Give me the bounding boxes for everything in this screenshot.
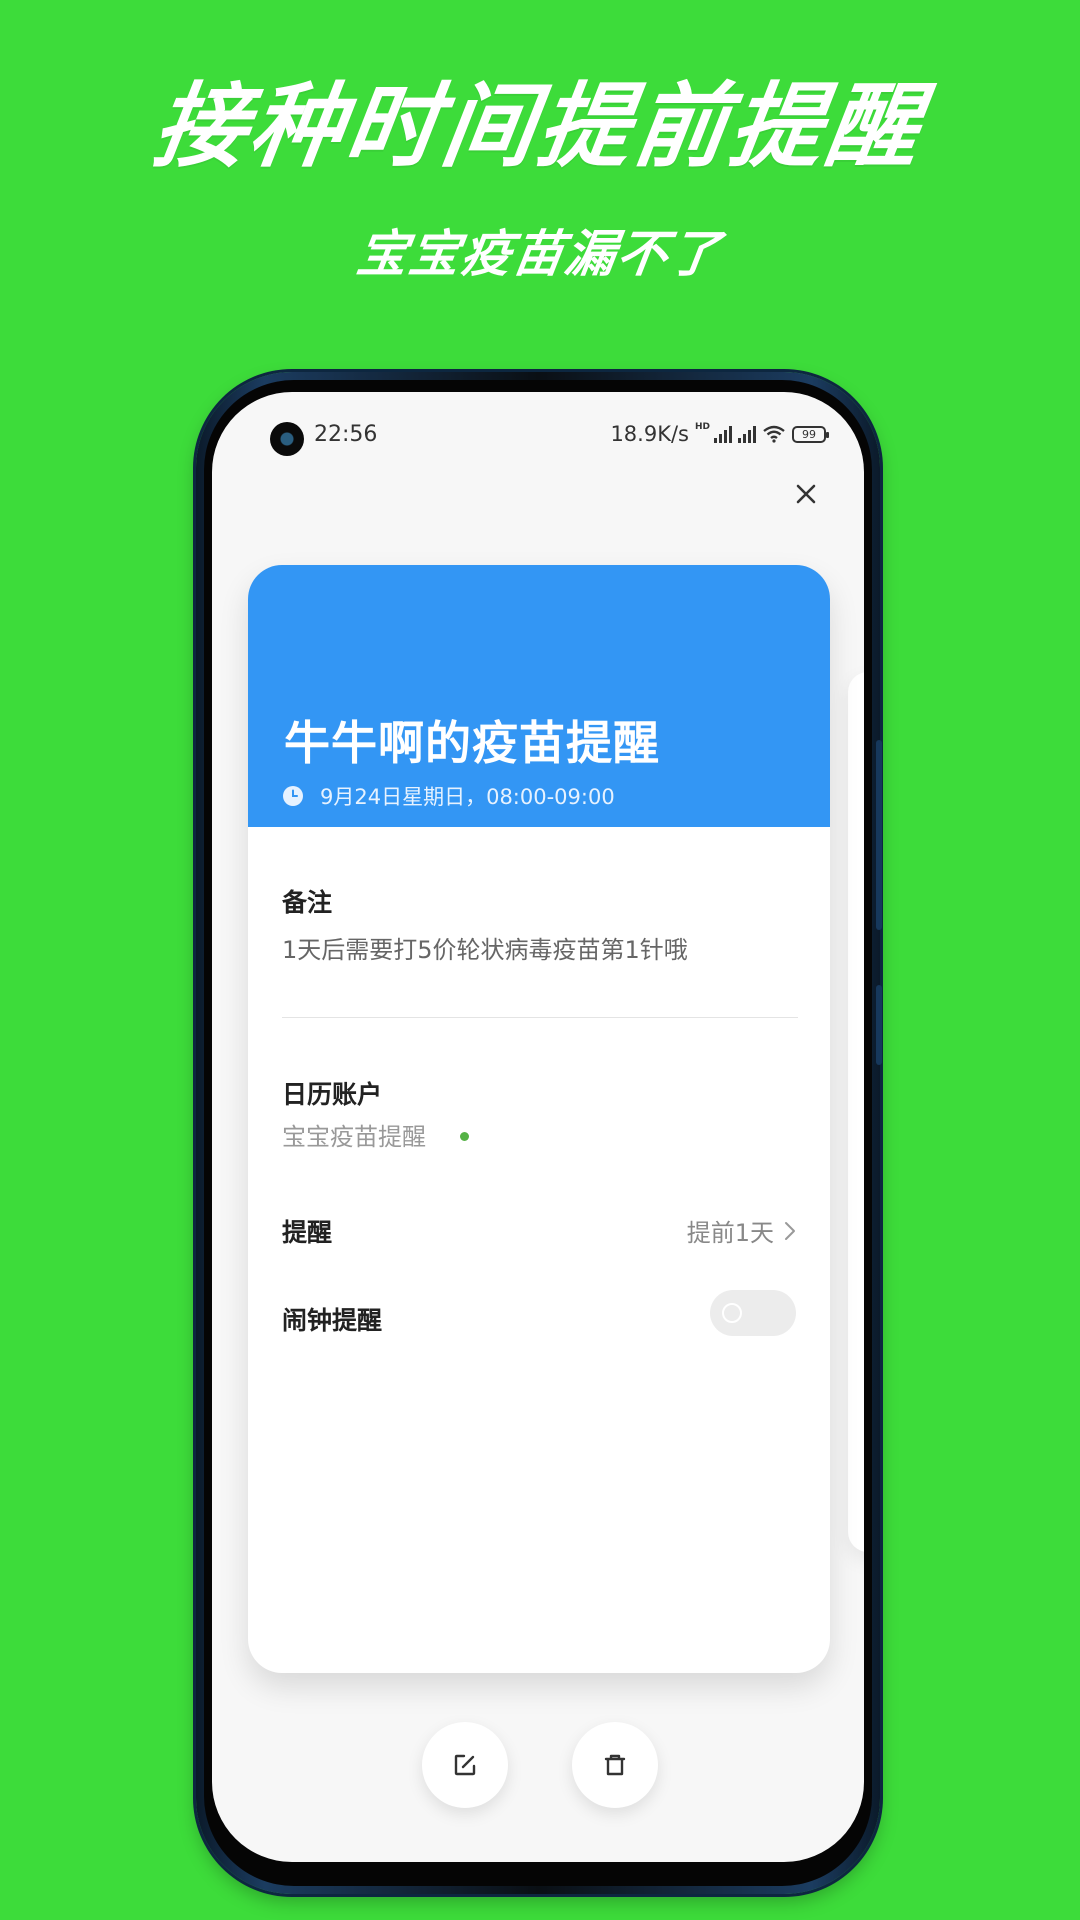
calendar-account-label: 日历账户 [282, 1080, 383, 1109]
account-color-dot [460, 1132, 469, 1141]
divider [282, 1017, 798, 1018]
hd-badge: HD [694, 422, 710, 432]
phone-screen: 22:56 18.9K/s HD 99 牛牛啊的疫苗提醒 9月24日星期日，08… [212, 392, 864, 1862]
event-header: 牛牛啊的疫苗提醒 9月24日星期日，08:00-09:00 [248, 565, 830, 827]
phone-side-button [876, 985, 882, 1065]
front-camera [270, 422, 304, 456]
note-text: 1天后需要打5价轮状病毒疫苗第1针哦 [282, 936, 688, 964]
signal-icon [738, 425, 756, 443]
toggle-knob [722, 1303, 742, 1323]
delete-button[interactable] [572, 1722, 658, 1808]
promo-subheadline: 宝宝疫苗漏不了 [353, 225, 726, 283]
reminder-value: 提前1天 [686, 1219, 774, 1247]
reminder-label: 提醒 [282, 1218, 333, 1247]
alarm-toggle[interactable] [710, 1290, 796, 1336]
reminder-setting[interactable]: 提前1天 [687, 1213, 796, 1248]
promo-canvas: 接种时间提前提醒 宝宝疫苗漏不了 22:56 18.9K/s HD 99 牛牛啊… [0, 0, 1080, 1920]
network-speed: 18.9K/s [610, 422, 689, 446]
event-datetime: 9月24日星期日，08:00-09:00 [320, 785, 615, 809]
note-label: 备注 [282, 888, 333, 917]
phone-side-button [876, 740, 882, 930]
signal-icon [714, 425, 732, 443]
wifi-icon [763, 425, 785, 443]
alarm-label: 闹钟提醒 [282, 1306, 383, 1335]
event-title: 牛牛啊的疫苗提醒 [284, 716, 660, 770]
edit-button[interactable] [422, 1722, 508, 1808]
calendar-account-value[interactable]: 宝宝疫苗提醒 [282, 1117, 426, 1152]
clock-icon [283, 786, 303, 806]
status-time: 22:56 [314, 422, 378, 447]
next-event-card[interactable] [848, 672, 864, 1552]
battery-icon: 99 [792, 425, 829, 443]
status-icons: 18.9K/s HD 99 [610, 422, 829, 446]
promo-headline: 接种时间提前提醒 [147, 73, 931, 180]
chevron-right-icon [785, 1221, 795, 1240]
trash-icon [604, 1754, 626, 1776]
event-time-row: 9月24日星期日，08:00-09:00 [282, 781, 615, 811]
event-detail-card: 牛牛啊的疫苗提醒 9月24日星期日，08:00-09:00 备注 1天后需要打5… [248, 565, 830, 1673]
close-icon[interactable] [786, 474, 826, 514]
edit-icon [454, 1754, 476, 1776]
